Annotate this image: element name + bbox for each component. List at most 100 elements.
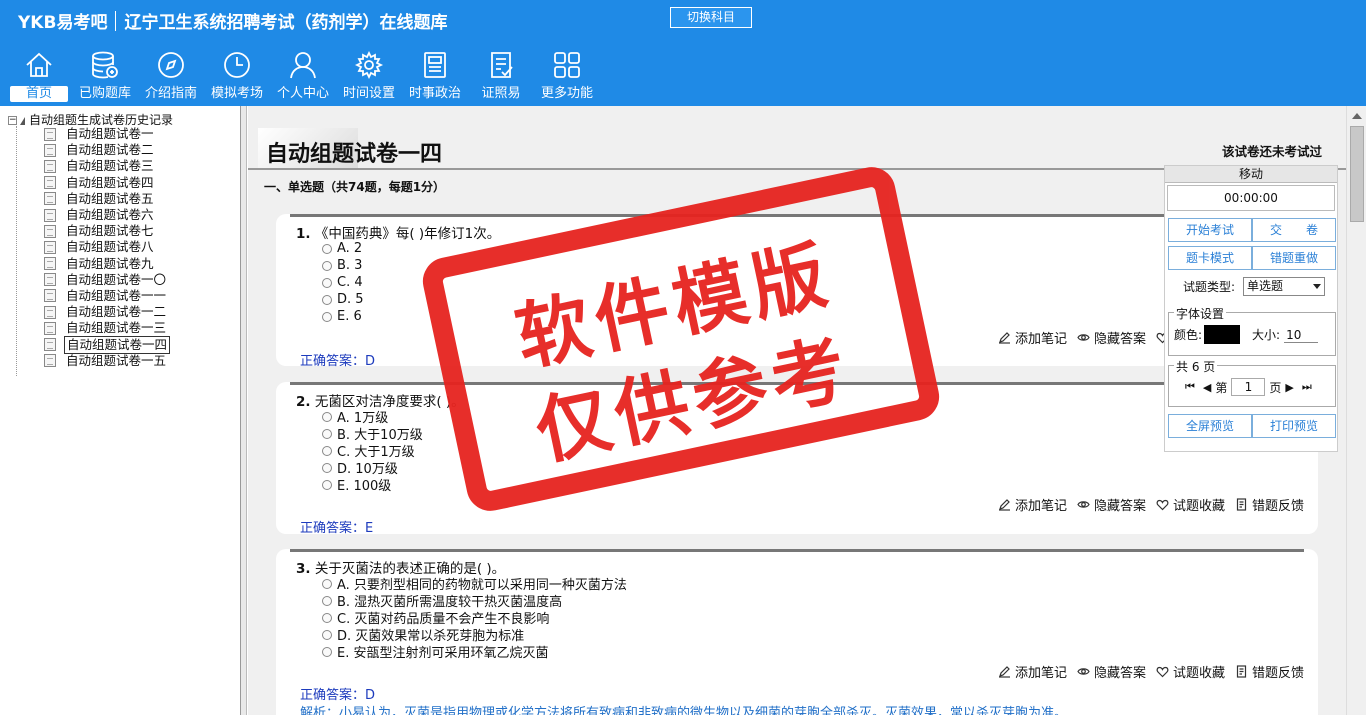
collapse-toggle-icon[interactable]: − <box>8 116 17 125</box>
option[interactable]: B. 3 <box>322 257 364 274</box>
option[interactable]: A. 只要剂型相同的药物就可以采用同一种灭菌方法 <box>322 575 627 593</box>
hide-answer-button[interactable]: 隐藏答案 <box>1077 662 1146 681</box>
radio-icon[interactable] <box>322 646 332 657</box>
add-note-button[interactable]: 添加笔记 <box>998 495 1067 514</box>
option[interactable]: E. 6 <box>322 308 364 325</box>
redo-wrong-button[interactable]: 错题重做 <box>1252 246 1336 270</box>
radio-icon[interactable] <box>322 629 332 640</box>
radio-icon[interactable] <box>322 260 332 271</box>
radio-icon[interactable] <box>322 479 332 490</box>
option[interactable]: B. 大于10万级 <box>322 425 423 443</box>
document-icon <box>44 143 56 157</box>
nav-mock-exam[interactable]: 模拟考场 <box>204 46 270 104</box>
pencil-icon <box>998 332 1010 344</box>
fullscreen-preview-button[interactable]: 全屏预览 <box>1168 414 1252 438</box>
nav-home[interactable]: 首页 <box>6 46 72 104</box>
option[interactable]: E. 100级 <box>322 476 423 494</box>
tree-item[interactable]: 自动组题试卷五 <box>44 191 170 207</box>
font-color-picker[interactable] <box>1204 325 1241 344</box>
radio-icon[interactable] <box>322 428 332 439</box>
radio-icon[interactable] <box>322 578 332 589</box>
document-icon <box>44 224 56 238</box>
nav-guide[interactable]: 介绍指南 <box>138 46 204 104</box>
nav-more[interactable]: 更多功能 <box>534 46 600 104</box>
nav-certificates-label: 证照易 <box>481 86 521 101</box>
document-icon <box>44 192 56 206</box>
tree-item[interactable]: 自动组题试卷一四 <box>44 335 171 354</box>
nav-time-settings[interactable]: 时间设置 <box>336 46 402 104</box>
tree-item[interactable]: 自动组题试卷四 <box>44 175 170 191</box>
nav-purchased-banks[interactable]: 已购题库 <box>72 46 138 104</box>
option[interactable]: D. 10万级 <box>322 459 423 477</box>
scroll-thumb[interactable] <box>1350 126 1364 222</box>
option[interactable]: A. 1万级 <box>322 408 423 426</box>
favorite-button[interactable]: 试题收藏 <box>1156 662 1225 681</box>
tree-item[interactable]: 自动组题试卷一五 <box>44 353 170 369</box>
prev-page-icon[interactable]: ◀ <box>1203 381 1211 394</box>
radio-icon[interactable] <box>322 277 332 288</box>
report-error-button[interactable]: 错题反馈 <box>1235 662 1304 681</box>
add-note-button[interactable]: 添加笔记 <box>998 328 1067 347</box>
scroll-up-icon[interactable] <box>1352 113 1362 119</box>
tree-item[interactable]: 自动组题试卷一三 <box>44 320 170 336</box>
tree-item[interactable]: 自动组题试卷九 <box>44 256 170 272</box>
tree-item[interactable]: 自动组题试卷七 <box>44 223 170 239</box>
main-nav: 首页 已购题库 介绍指南 模拟考场 个人中心 时间设置 时事政治 证照易 更多功… <box>6 46 600 104</box>
tree-item[interactable]: 自动组题试卷一〇 <box>44 272 170 288</box>
nav-certificates[interactable]: 证照易 <box>468 46 534 104</box>
document-icon <box>44 257 56 271</box>
radio-icon[interactable] <box>322 311 332 322</box>
font-size-input[interactable]: 10 <box>1284 327 1319 343</box>
tree-item[interactable]: 自动组题试卷二 <box>44 142 170 158</box>
submit-paper-button[interactable]: 交 卷 <box>1252 218 1336 242</box>
option[interactable]: C. 大于1万级 <box>322 442 423 460</box>
nav-current-affairs[interactable]: 时事政治 <box>402 46 468 104</box>
vertical-scrollbar[interactable] <box>1346 106 1366 715</box>
compass-icon <box>158 52 184 78</box>
question-type-select[interactable]: 单选题 <box>1243 277 1326 296</box>
radio-icon[interactable] <box>322 595 332 606</box>
option[interactable]: C. 灭菌对药品质量不会产生不良影响 <box>322 609 627 627</box>
option[interactable]: D. 灭菌效果常以杀死芽胞为标准 <box>322 626 627 644</box>
start-exam-button[interactable]: 开始考试 <box>1168 218 1252 242</box>
tree-item[interactable]: 自动组题试卷三 <box>44 158 170 174</box>
nav-user-center[interactable]: 个人中心 <box>270 46 336 104</box>
card-mode-button[interactable]: 题卡模式 <box>1168 246 1252 270</box>
tree-item-label: 自动组题试卷七 <box>66 223 154 239</box>
add-note-button[interactable]: 添加笔记 <box>998 662 1067 681</box>
nav-home-label: 首页 <box>10 86 68 102</box>
document-icon <box>44 240 56 254</box>
last-page-icon[interactable]: ⏭ <box>1302 380 1312 394</box>
first-page-icon[interactable]: ⏮ <box>1185 380 1195 394</box>
radio-icon[interactable] <box>322 294 332 305</box>
tree-item-label: 自动组题试卷一 <box>66 126 154 142</box>
tree-item[interactable]: 自动组题试卷一一 <box>44 288 170 304</box>
splitter[interactable] <box>241 106 247 715</box>
print-preview-button[interactable]: 打印预览 <box>1252 414 1336 438</box>
radio-icon[interactable] <box>322 411 332 422</box>
hide-answer-button[interactable]: 隐藏答案 <box>1077 328 1146 347</box>
page-input[interactable]: 1 <box>1231 378 1266 396</box>
report-error-button[interactable]: 错题反馈 <box>1235 495 1304 514</box>
radio-icon[interactable] <box>322 612 332 623</box>
favorite-button[interactable]: 试题收藏 <box>1156 495 1225 514</box>
switch-subject-button[interactable]: 切换科目 <box>670 7 752 28</box>
option[interactable]: A. 2 <box>322 240 364 257</box>
eye-icon <box>1077 334 1090 341</box>
radio-icon[interactable] <box>322 462 332 473</box>
tree-item[interactable]: 自动组题试卷一 <box>44 126 170 142</box>
option[interactable]: E. 安瓿型注射剂可采用环氧乙烷灭菌 <box>322 643 627 661</box>
question-stem: 1. 《中国药典》每( )年修订1次。 <box>296 226 501 242</box>
radio-icon[interactable] <box>322 445 332 456</box>
option[interactable]: B. 湿热灭菌所需温度较干热灭菌温度高 <box>322 592 627 610</box>
option[interactable]: D. 5 <box>322 291 364 308</box>
option[interactable]: C. 4 <box>322 274 364 291</box>
tree-item[interactable]: 自动组题试卷六 <box>44 207 170 223</box>
move-handle[interactable]: 移动 <box>1165 166 1337 183</box>
radio-icon[interactable] <box>322 243 332 254</box>
hide-answer-button[interactable]: 隐藏答案 <box>1077 495 1146 514</box>
tree-item[interactable]: 自动组题试卷一二 <box>44 304 170 320</box>
tree-item-label: 自动组题试卷五 <box>66 190 154 206</box>
next-page-icon[interactable]: ▶ <box>1285 381 1293 394</box>
tree-item[interactable]: 自动组题试卷八 <box>44 239 170 255</box>
